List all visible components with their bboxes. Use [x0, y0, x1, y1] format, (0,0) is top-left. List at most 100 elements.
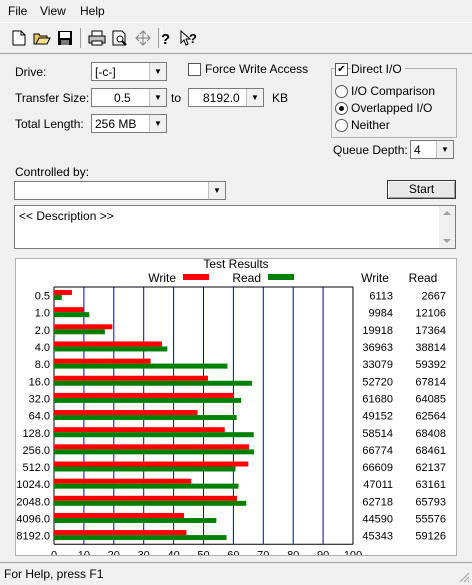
y-tick-label: 4096.0: [16, 514, 50, 526]
write-value: 47011: [363, 479, 393, 491]
queue-depth-value: 4: [414, 143, 421, 157]
chevron-down-icon[interactable]: ▼: [246, 89, 263, 106]
move-icon[interactable]: [132, 27, 154, 49]
legend-read-label: Read: [232, 271, 261, 285]
svg-text:?: ?: [189, 31, 197, 46]
io-comparison-label[interactable]: I/O Comparison: [351, 84, 435, 98]
x-tick-label: 40: [167, 549, 179, 555]
read-bar: [54, 312, 90, 318]
controlled-by-select[interactable]: ▼: [14, 181, 226, 200]
open-icon[interactable]: [31, 27, 53, 49]
chevron-down-icon[interactable]: ▼: [149, 89, 166, 106]
neither-label[interactable]: Neither: [351, 118, 390, 132]
drive-select[interactable]: [-c-] ▼: [91, 62, 167, 81]
read-value: 59392: [415, 359, 446, 371]
direct-io-label[interactable]: Direct I/O: [351, 62, 405, 76]
y-tick-label: 512.0: [22, 462, 50, 474]
drive-value: [-c-]: [95, 65, 116, 79]
neither-radio[interactable]: [335, 119, 348, 132]
test-results-panel: Test Results Write Read Write Read 0 10 20 30 40 5…: [15, 257, 457, 575]
resize-grip-icon[interactable]: [458, 571, 470, 583]
context-help-icon[interactable]: ?: [178, 27, 200, 49]
force-write-label[interactable]: Force Write Access: [205, 62, 308, 76]
write-bar: [54, 427, 225, 433]
write-value: 62718: [362, 496, 393, 508]
read-bar: [54, 466, 236, 472]
io-comparison-radio[interactable]: [335, 85, 348, 98]
print-preview-icon[interactable]: [109, 27, 131, 49]
overlapped-io-label[interactable]: Overlapped I/O: [351, 101, 432, 115]
help-icon[interactable]: ?: [155, 27, 177, 49]
menu-view[interactable]: View: [40, 4, 66, 18]
y-tick-label: 128.0: [22, 428, 50, 440]
chevron-down-icon[interactable]: ▼: [149, 115, 166, 132]
x-tick-label: 70: [257, 549, 269, 555]
start-button[interactable]: Start: [387, 180, 456, 199]
force-write-checkbox[interactable]: [188, 63, 201, 76]
y-tick-label: 32.0: [29, 393, 50, 405]
description-scrollbar[interactable]: [439, 206, 455, 248]
overlapped-io-radio[interactable]: [335, 102, 348, 115]
read-value: 62137: [415, 462, 446, 474]
x-tick-label: 10: [78, 549, 90, 555]
y-tick-label: 8192.0: [16, 531, 50, 543]
menu-help[interactable]: Help: [80, 4, 105, 18]
write-value: 66609: [362, 462, 393, 474]
read-value: 65793: [415, 496, 446, 508]
read-value: 68461: [415, 445, 446, 457]
total-length-value: 256 MB: [95, 117, 137, 131]
description-box[interactable]: << Description >>: [14, 205, 456, 249]
save-icon[interactable]: [54, 27, 76, 49]
y-tick-label: 1.0: [35, 308, 50, 320]
chevron-down-icon[interactable]: ▼: [149, 63, 166, 80]
menu-file[interactable]: File: [8, 4, 27, 18]
read-value: 59126: [415, 531, 446, 543]
write-value: 44590: [362, 514, 393, 526]
transfer-size-to-value: 8192.0: [203, 91, 240, 105]
print-icon[interactable]: [86, 27, 108, 49]
transfer-size-from-select[interactable]: 0.5 ▼: [91, 88, 167, 107]
y-tick-label: 4.0: [35, 342, 50, 354]
read-value: 64085: [415, 393, 446, 405]
write-bar: [54, 341, 162, 347]
read-bar: [54, 329, 105, 335]
write-value: 66774: [362, 445, 393, 457]
controlled-by-label: Controlled by:: [15, 165, 90, 179]
x-tick-label: 100: [344, 549, 362, 555]
write-bar: [54, 410, 198, 416]
write-value: 33079: [362, 359, 393, 371]
chevron-down-icon[interactable]: ▼: [436, 141, 453, 158]
queue-depth-select[interactable]: 4 ▼: [410, 140, 454, 159]
transfer-unit-label: KB: [272, 91, 289, 105]
write-value: 6113: [369, 291, 393, 303]
menu-bar: File View Help: [0, 0, 472, 22]
toolbar: ? ?: [0, 22, 472, 54]
read-bar: [54, 380, 252, 386]
direct-io-checkbox[interactable]: ✔: [335, 63, 348, 76]
read-value: 38814: [415, 342, 446, 354]
write-bar: [54, 392, 234, 398]
total-length-select[interactable]: 256 MB ▼: [91, 114, 167, 133]
read-bar: [54, 500, 247, 506]
status-text: For Help, press F1: [4, 567, 104, 581]
chevron-down-icon[interactable]: ▼: [208, 182, 225, 199]
y-tick-label: 64.0: [29, 411, 50, 423]
y-tick-label: 2.0: [35, 325, 50, 337]
x-tick-label: 80: [287, 549, 299, 555]
write-bar: [54, 530, 187, 536]
read-bar: [54, 449, 255, 455]
y-tick-label: 1024.0: [16, 479, 50, 491]
legend-read-swatch: [268, 274, 294, 280]
y-tick-label: 0.5: [35, 291, 50, 303]
new-icon[interactable]: [8, 27, 30, 49]
description-text: << Description >>: [19, 209, 114, 223]
y-tick-label: 16.0: [29, 376, 50, 388]
write-value: 61680: [362, 393, 393, 405]
transfer-size-to-select[interactable]: 8192.0 ▼: [188, 88, 264, 107]
read-bar: [54, 483, 239, 489]
column-header-write: Write: [361, 271, 389, 285]
toolbar-separator: [80, 28, 84, 48]
read-value: 68408: [415, 428, 446, 440]
write-bar: [54, 290, 72, 295]
x-tick-label: 60: [227, 549, 239, 555]
